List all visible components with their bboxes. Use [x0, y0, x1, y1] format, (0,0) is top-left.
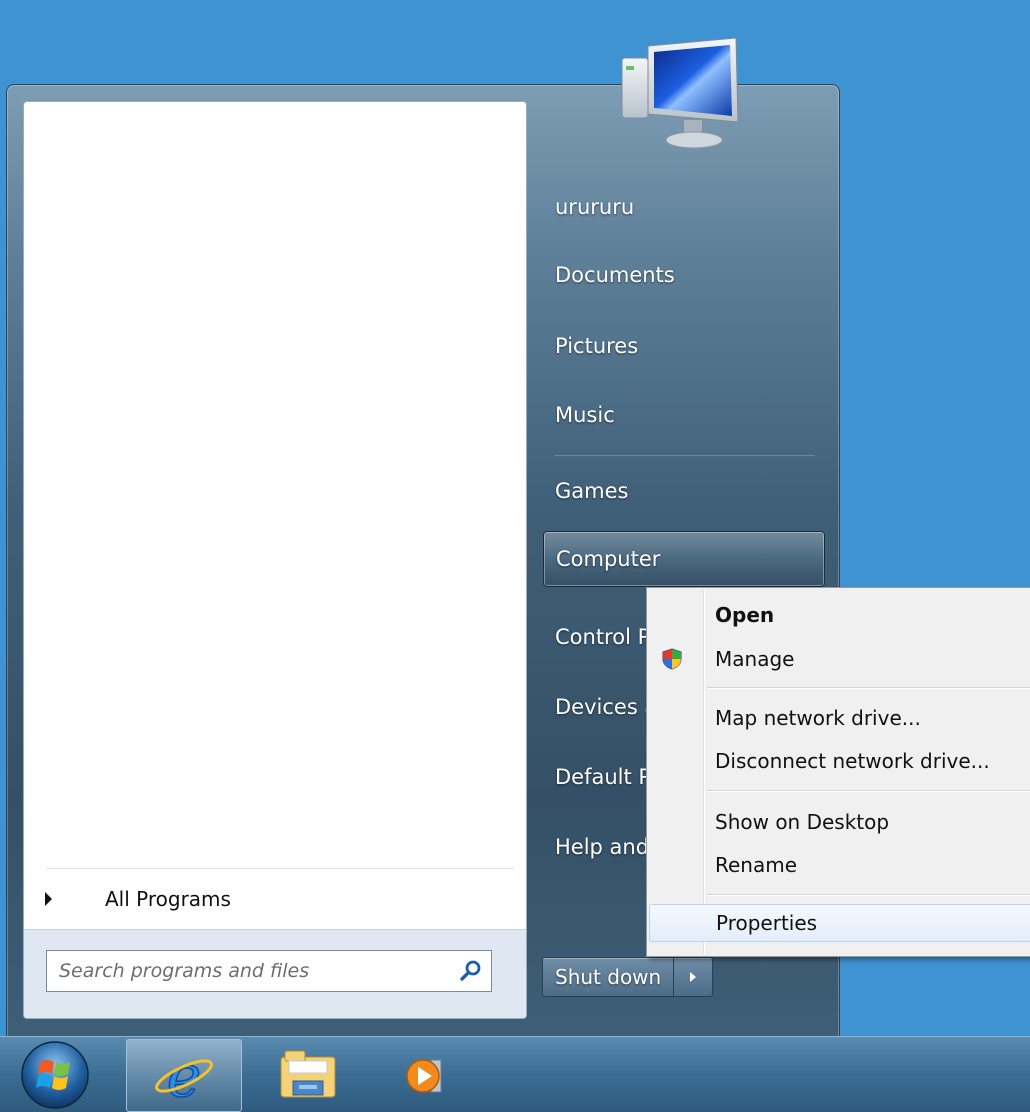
search-input[interactable]	[57, 957, 441, 985]
menu-item-map-network-drive-label: Map network drive...	[715, 706, 921, 730]
menu-item-show-on-desktop[interactable]: Show on Desktop	[649, 803, 1030, 841]
menu-item-disconnect-network-drive-label: Disconnect network drive...	[715, 749, 990, 773]
pinned-programs-list	[24, 102, 526, 867]
svg-text:e: e	[167, 1046, 201, 1106]
documents-link[interactable]: Documents	[543, 247, 823, 303]
internet-explorer-icon: e	[155, 1046, 213, 1106]
shutdown-button[interactable]: Shut down	[543, 958, 675, 996]
computer-context-menu: Open Manage Map network drive... Disconn…	[646, 587, 1030, 957]
menu-item-map-network-drive[interactable]: Map network drive...	[649, 699, 1030, 737]
search-box[interactable]	[46, 950, 492, 992]
uac-shield-icon	[662, 648, 682, 670]
music-link[interactable]: Music	[543, 387, 823, 443]
programs-separator	[46, 868, 514, 869]
windows-logo-icon	[21, 1040, 89, 1109]
pictures-label: Pictures	[555, 334, 639, 358]
computer-link[interactable]: Computer	[543, 531, 825, 587]
media-player-icon	[406, 1058, 442, 1093]
all-programs-button[interactable]: All Programs	[32, 874, 518, 924]
shutdown-options-button[interactable]	[674, 958, 712, 996]
menu-item-show-on-desktop-label: Show on Desktop	[715, 810, 890, 834]
menu-item-manage[interactable]: Manage	[649, 640, 1030, 678]
music-label: Music	[555, 403, 615, 427]
user-folder-link[interactable]: urururu	[543, 179, 823, 235]
menu-item-open[interactable]: Open	[649, 596, 1030, 634]
magnifier-icon[interactable]	[459, 959, 483, 983]
triangle-right-icon	[690, 972, 697, 982]
user-folder-label: urururu	[555, 195, 635, 219]
right-separator	[555, 455, 815, 456]
programs-pane: All Programs	[23, 101, 527, 1019]
taskbar-windows-explorer[interactable]	[268, 1039, 348, 1110]
start-button[interactable]	[14, 1039, 96, 1110]
menu-separator	[707, 687, 1030, 689]
menu-item-manage-label: Manage	[715, 647, 795, 671]
menu-item-rename[interactable]: Rename	[649, 846, 1030, 884]
documents-label: Documents	[555, 263, 675, 287]
taskbar: e	[0, 1036, 1030, 1112]
menu-separator	[707, 790, 1030, 792]
folder-icon	[280, 1050, 336, 1097]
all-programs-label: All Programs	[105, 887, 231, 911]
computer-label: Computer	[556, 547, 661, 571]
search-bar	[24, 929, 526, 1018]
menu-item-disconnect-network-drive[interactable]: Disconnect network drive...	[649, 742, 1030, 780]
shutdown-control: Shut down	[542, 957, 714, 997]
menu-item-properties-label: Properties	[716, 911, 818, 935]
menu-separator	[707, 894, 1030, 896]
pictures-link[interactable]: Pictures	[543, 318, 823, 374]
computer-monitor-icon[interactable]	[614, 36, 744, 154]
menu-item-properties[interactable]: Properties	[649, 904, 1030, 942]
shutdown-label: Shut down	[555, 965, 662, 989]
taskbar-internet-explorer[interactable]: e	[126, 1039, 242, 1112]
menu-item-rename-label: Rename	[715, 853, 798, 877]
triangle-right-icon	[45, 892, 52, 906]
games-link[interactable]: Games	[543, 463, 823, 519]
games-label: Games	[555, 479, 629, 503]
menu-item-open-label: Open	[715, 603, 775, 627]
taskbar-media-player[interactable]	[392, 1039, 460, 1110]
